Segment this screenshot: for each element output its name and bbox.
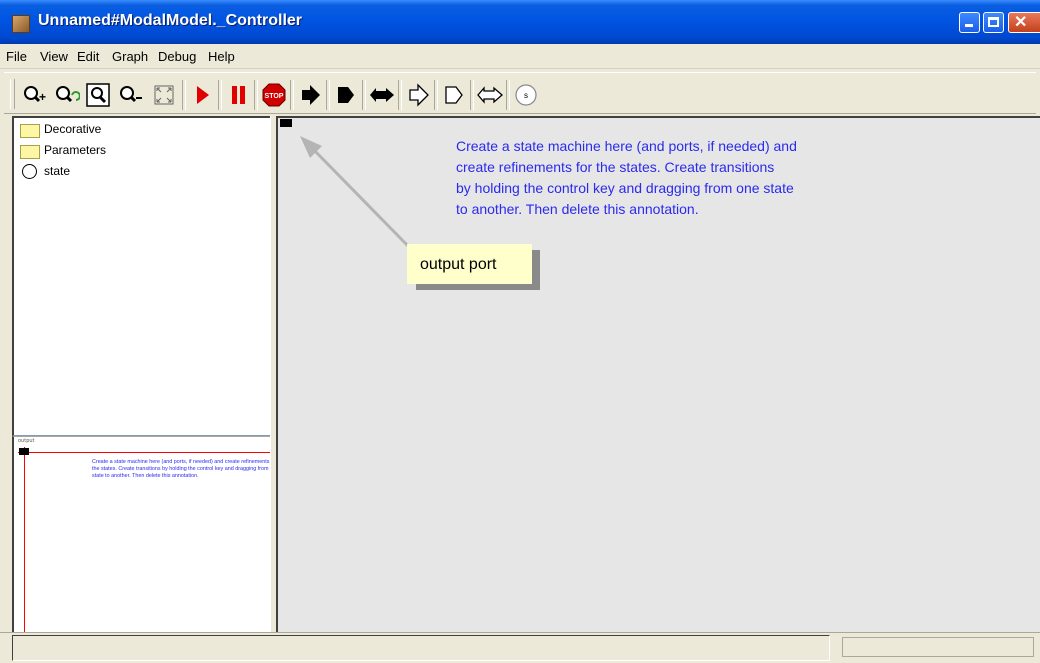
- output-port-button[interactable]: [332, 81, 360, 109]
- zoom-in-button[interactable]: +: [20, 81, 48, 109]
- zoom-reset-button[interactable]: [52, 81, 80, 109]
- maximize-button[interactable]: [983, 12, 1004, 33]
- state-icon: [22, 164, 37, 179]
- canvas-annotation[interactable]: Create a state machine here (and ports, …: [456, 136, 936, 220]
- ptolemy-app-icon[interactable]: [12, 15, 30, 33]
- overview-annotation: Create a state machine here (and ports, …: [92, 459, 279, 479]
- minimize-button[interactable]: [959, 12, 980, 33]
- toolbar-separator: [398, 80, 402, 110]
- library-tree[interactable]: Decorative Parameters state: [12, 116, 272, 436]
- inout-multiport-icon: [477, 86, 503, 104]
- output-port-icon: [338, 87, 354, 103]
- menu-bar: File View Edit Graph Debug Help: [0, 44, 1040, 69]
- title-bar[interactable]: Unnamed#ModalModel._Controller ✕: [0, 0, 1040, 45]
- toolbar-separator: [290, 80, 294, 110]
- toolbar-separator: [182, 80, 186, 110]
- toolbar-separator: [506, 80, 510, 110]
- output-multiport-button[interactable]: [440, 81, 468, 109]
- annotation-line: to another. Then delete this annotation.: [456, 201, 699, 217]
- inout-port-button[interactable]: [368, 81, 396, 109]
- callout-label: output port: [420, 256, 497, 273]
- toolbar-grip[interactable]: [10, 79, 15, 109]
- overview-viewport-left: [24, 447, 25, 635]
- input-port-icon: [302, 85, 320, 105]
- toolbar-separator: [434, 80, 438, 110]
- stop-icon: STOP: [262, 83, 286, 107]
- menu-graph[interactable]: Graph: [112, 49, 148, 64]
- close-icon: ✕: [1014, 14, 1028, 31]
- menu-edit[interactable]: Edit: [77, 49, 99, 64]
- output-multiport-icon: [445, 86, 463, 104]
- stop-button[interactable]: STOP: [260, 81, 288, 109]
- folder-icon: [20, 124, 40, 138]
- input-multiport-button[interactable]: [404, 81, 432, 109]
- pause-button[interactable]: [224, 81, 252, 109]
- menu-view[interactable]: View: [40, 49, 68, 64]
- zoom-fit-icon: [86, 83, 110, 107]
- zoom-fit-button[interactable]: [84, 81, 112, 109]
- menu-file[interactable]: File: [6, 49, 27, 64]
- full-screen-button[interactable]: [150, 81, 178, 109]
- state-icon: s: [515, 84, 537, 106]
- minimize-icon: [965, 24, 973, 27]
- input-port-button[interactable]: [296, 81, 324, 109]
- close-button[interactable]: ✕: [1008, 12, 1040, 33]
- toolbar: + STOP s: [4, 72, 1036, 114]
- overview-viewport-top: [18, 452, 274, 453]
- overview-output-port: [19, 448, 29, 455]
- library-item-label: Decorative: [44, 122, 102, 136]
- svg-text:+: +: [39, 90, 46, 104]
- menu-help[interactable]: Help: [208, 49, 235, 64]
- annotation-line: Create a state machine here (and ports, …: [456, 138, 797, 154]
- toolbar-separator: [254, 80, 258, 110]
- menu-debug[interactable]: Debug: [158, 49, 196, 64]
- status-progress: [842, 637, 1034, 657]
- graph-canvas[interactable]: Create a state machine here (and ports, …: [276, 116, 1040, 632]
- overview-panel[interactable]: output Create a state machine here (and …: [12, 436, 279, 635]
- zoom-out-button[interactable]: [116, 81, 144, 109]
- status-message: [12, 635, 830, 661]
- left-panel: Decorative Parameters state output Creat…: [8, 116, 282, 635]
- overview-port-label: output: [18, 438, 35, 444]
- run-button[interactable]: [188, 81, 216, 109]
- window-title: Unnamed#ModalModel._Controller: [38, 12, 303, 29]
- full-screen-icon: [154, 85, 174, 105]
- zoom-reset-icon: [56, 86, 80, 103]
- toolbar-separator: [362, 80, 366, 110]
- status-bar: [0, 632, 1040, 663]
- state-button[interactable]: s: [512, 81, 540, 109]
- annotation-line: create refinements for the states. Creat…: [456, 159, 775, 175]
- stop-label: STOP: [265, 93, 284, 100]
- app-window: Unnamed#ModalModel._Controller ✕ File Vi…: [0, 0, 1040, 663]
- pause-icon: [232, 86, 245, 104]
- library-item-label: Parameters: [44, 143, 107, 157]
- state-button-label: s: [524, 91, 528, 100]
- zoom-out-icon: [120, 86, 142, 103]
- inout-port-icon: [370, 88, 394, 102]
- zoom-in-icon: +: [24, 86, 46, 104]
- maximize-icon: [988, 17, 999, 27]
- play-icon: [197, 86, 209, 104]
- annotation-line: by holding the control key and dragging …: [456, 180, 794, 196]
- folder-icon: [20, 145, 40, 159]
- toolbar-separator: [470, 80, 474, 110]
- toolbar-separator: [218, 80, 222, 110]
- toolbar-separator: [326, 80, 330, 110]
- inout-multiport-button[interactable]: [476, 81, 504, 109]
- library-item-label: state: [44, 164, 71, 178]
- input-multiport-icon: [409, 83, 429, 107]
